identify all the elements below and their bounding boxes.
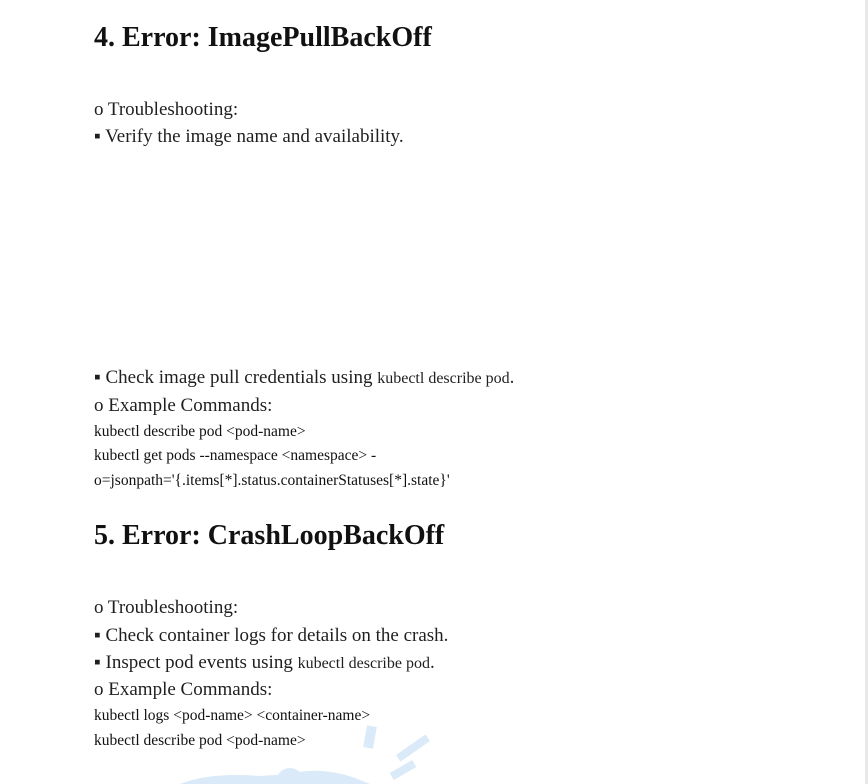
- command-line: kubectl logs <pod-name> <container-name>: [94, 707, 371, 724]
- section-4-troubleshooting-label: o Troubleshooting:: [94, 99, 239, 120]
- section-5-bullet-inspect-events: ▪ Inspect pod events using kubectl descr…: [94, 652, 435, 675]
- section-5-heading: 5. Error: CrashLoopBackOff: [94, 520, 445, 551]
- bullet-suffix: .: [429, 652, 435, 673]
- section-5-bullet-check-logs: ▪ Check container logs for details on th…: [94, 625, 449, 646]
- section-4-bullet-verify-image: ▪ Verify the image name and availability…: [94, 126, 404, 147]
- bullet-text: ▪ Inspect pod events using: [94, 652, 298, 673]
- command-line: kubectl describe pod <pod-name>: [94, 423, 306, 440]
- section-5-example-commands-label: o Example Commands:: [94, 679, 273, 700]
- inline-command: kubectl describe pod: [377, 370, 510, 387]
- section-4-example-commands-label: o Example Commands:: [94, 395, 273, 416]
- bullet-suffix: .: [509, 367, 515, 388]
- bullet-text: ▪ Check image pull credentials using: [94, 367, 378, 388]
- command-line: kubectl describe pod <pod-name>: [94, 732, 306, 749]
- inline-command: kubectl describe pod: [297, 655, 430, 672]
- command-line: kubectl get pods --namespace <namespace>…: [94, 447, 377, 464]
- section-4-bullet-check-credentials: ▪ Check image pull credentials using kub…: [94, 367, 514, 390]
- section-4-heading: 4. Error: ImagePullBackOff: [94, 22, 432, 53]
- command-line: o=jsonpath='{.items[*].status.containerS…: [94, 472, 450, 489]
- section-5-troubleshooting-label: o Troubleshooting:: [94, 597, 239, 618]
